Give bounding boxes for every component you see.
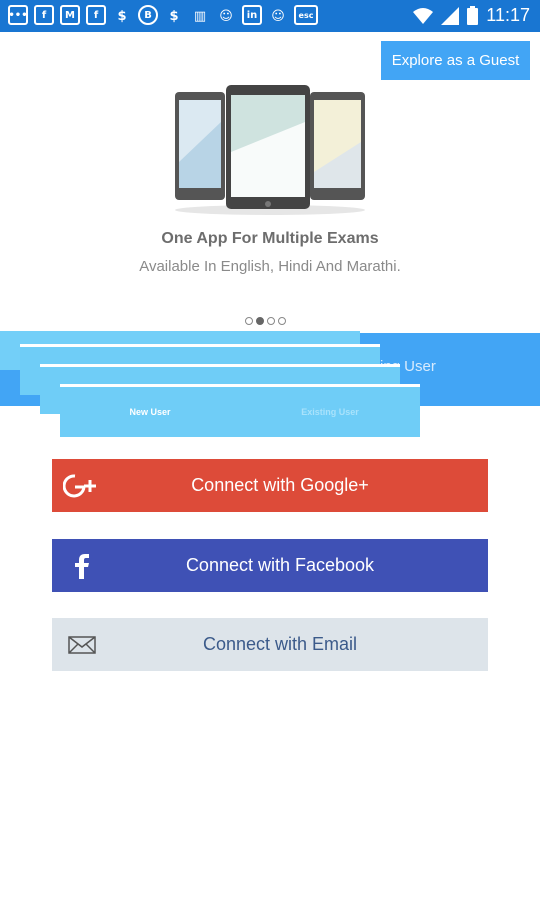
tab-overlay-layer (0, 370, 20, 402)
tab-overlay-layer: New User Existing User (60, 384, 420, 437)
chat-icon: ••• (8, 5, 28, 25)
page-dot[interactable] (267, 317, 275, 325)
google-plus-icon (52, 459, 112, 512)
status-bar: ••• f M f $ B $ ▥ ☺ in ☺ esc 11:17 (0, 0, 540, 32)
status-time: 11:17 (486, 5, 530, 25)
bitcoin-icon: B (138, 5, 158, 25)
cat-icon: ☺ (219, 8, 233, 24)
facebook-icon (52, 539, 112, 592)
esc-icon: esc (294, 5, 318, 25)
facebook-icon: f (86, 5, 106, 25)
page-dot-active[interactable] (256, 317, 264, 325)
connect-email-button[interactable]: Connect with Email (52, 618, 488, 671)
page-dot[interactable] (278, 317, 286, 325)
connect-email-label: Connect with Email (202, 634, 358, 654)
wifi-icon (413, 7, 434, 24)
notification-icons: ••• f M f $ B $ ▥ ☺ in ☺ esc (8, 5, 318, 27)
signal-icon (441, 6, 460, 25)
money-bag-icon: $ (169, 8, 179, 24)
money-bag-icon: $ (117, 8, 127, 24)
sim-card-icon: ▥ (193, 8, 207, 24)
page-indicator (245, 317, 286, 325)
tab-existing-user[interactable]: Existing User (240, 407, 420, 417)
hero-title: One App For Multiple Exams (161, 230, 379, 247)
page-dot[interactable] (245, 317, 253, 325)
system-icons: 11:17 (413, 5, 530, 26)
connect-facebook-button[interactable]: Connect with Facebook (52, 539, 488, 592)
connect-google-label: Connect with Google+ (191, 475, 369, 495)
linkedin-icon: in (242, 5, 262, 25)
connect-facebook-label: Connect with Facebook (185, 555, 375, 575)
battery-icon (467, 6, 479, 25)
connect-google-button[interactable]: Connect with Google+ (52, 459, 488, 512)
gmail-icon: M (60, 5, 80, 25)
envelope-icon (52, 618, 112, 671)
tab-new-user[interactable]: New User (60, 407, 240, 417)
cat-icon: ☺ (271, 8, 285, 24)
hero-subtitle: Available In English, Hindi And Marathi. (139, 258, 401, 275)
facebook-icon: f (34, 5, 54, 25)
explore-as-guest-button[interactable]: Explore as a Guest (381, 41, 530, 80)
phones-illustration (175, 85, 365, 215)
